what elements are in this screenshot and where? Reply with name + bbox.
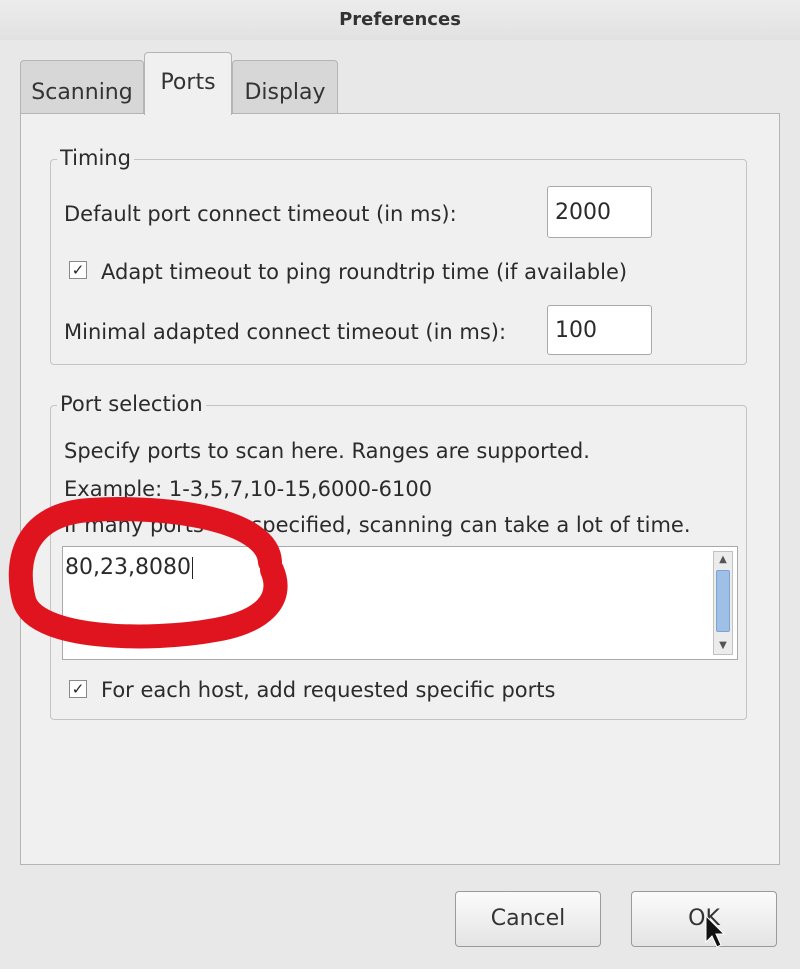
ok-button[interactable]: OK (631, 891, 777, 947)
scroll-down-icon[interactable]: ▼ (714, 638, 732, 654)
default-timeout-label: Default port connect timeout (in ms): (64, 202, 457, 226)
timing-legend: Timing (57, 146, 134, 170)
tab-scanning[interactable]: Scanning (20, 60, 144, 114)
tab-display[interactable]: Display (232, 60, 338, 114)
adapt-timeout-checkbox[interactable]: ✓ (69, 261, 87, 279)
min-timeout-field[interactable]: 100 (547, 305, 652, 355)
port-hint-line3: If many ports are specified, scanning ca… (64, 513, 691, 537)
ports-panel: Timing Default port connect timeout (in … (20, 113, 780, 865)
ports-textarea[interactable]: 80,23,8080 ▲ ▼ (62, 546, 738, 660)
adapt-timeout-label: Adapt timeout to ping roundtrip time (if… (101, 260, 628, 284)
port-hint-line1: Specify ports to scan here. Ranges are s… (64, 439, 590, 463)
port-hint-line2: Example: 1-3,5,7,10-15,6000-6100 (64, 477, 433, 501)
default-timeout-field[interactable]: 2000 (547, 186, 652, 238)
add-specific-ports-checkbox[interactable]: ✓ (69, 680, 87, 698)
min-timeout-label: Minimal adapted connect timeout (in ms): (64, 320, 507, 344)
scroll-thumb[interactable] (716, 570, 730, 632)
ports-text: 80,23,8080 (65, 555, 193, 580)
ports-scrollbar[interactable]: ▲ ▼ (713, 551, 733, 655)
add-specific-ports-label: For each host, add requested specific po… (101, 678, 556, 702)
window-title: Preferences (0, 0, 800, 40)
cancel-button[interactable]: Cancel (455, 891, 601, 947)
scroll-up-icon[interactable]: ▲ (714, 552, 732, 568)
tab-ports[interactable]: Ports (144, 52, 232, 115)
port-selection-legend: Port selection (57, 392, 206, 416)
